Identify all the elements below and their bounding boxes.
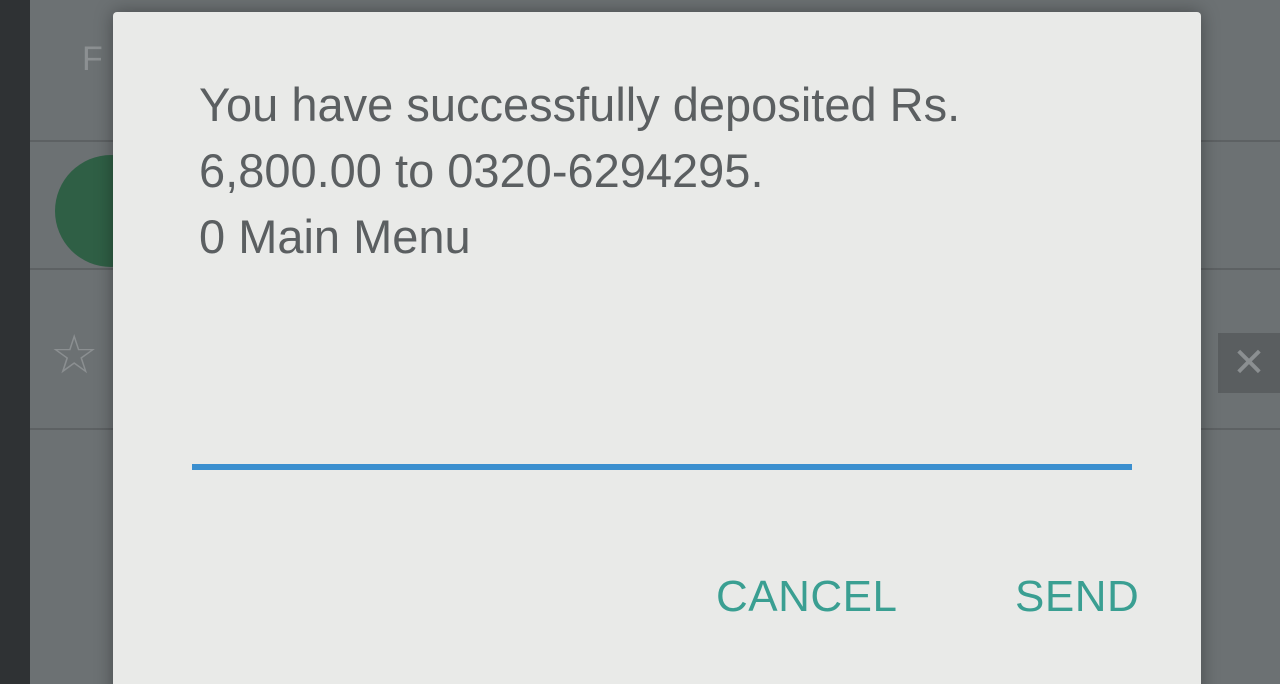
message-line: 0 Main Menu [199,210,471,263]
background-letter: F [82,40,103,78]
cancel-button[interactable]: CANCEL [716,572,898,622]
send-button[interactable]: SEND [1015,572,1139,622]
ussd-dialog: You have successfully deposited Rs. 6,80… [113,12,1201,684]
message-line: 6,800.00 to 0320-6294295. [199,144,764,197]
star-outline-icon: ☆ [50,325,99,385]
ussd-message: You have successfully deposited Rs. 6,80… [199,72,1159,270]
reply-input[interactable] [192,412,1132,470]
screen-edge [0,0,30,684]
message-line: You have successfully deposited Rs. [199,78,961,131]
close-icon: ✕ [1218,333,1280,393]
